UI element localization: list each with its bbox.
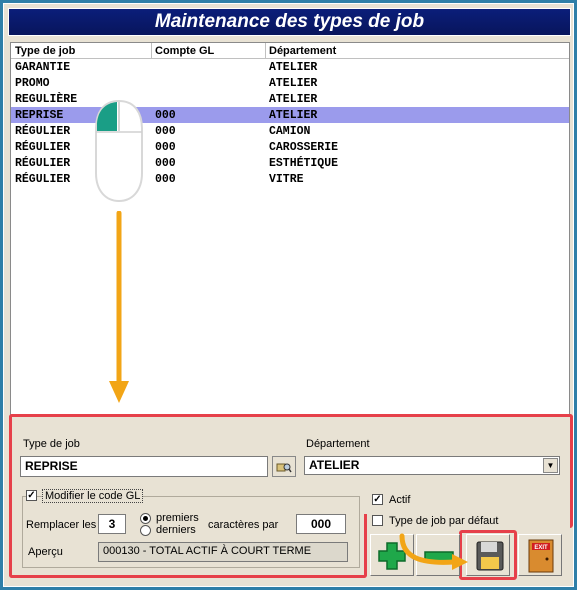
- cell-gl: 000: [155, 109, 176, 122]
- exit-icon: EXIT: [528, 539, 554, 573]
- highlight-bottom-left: [9, 514, 367, 578]
- column-header-dept[interactable]: Département: [269, 45, 336, 57]
- cell-type: RÉGULIER: [15, 173, 71, 186]
- exit-sign-text: EXIT: [534, 545, 548, 551]
- cell-type: REPRISE: [15, 109, 64, 122]
- cell-type: RÉGULIER: [15, 157, 71, 170]
- window-title: Maintenance des types de job: [8, 8, 571, 36]
- column-header-type[interactable]: Type de job: [15, 45, 75, 57]
- cell-type: RÉGULIER: [15, 141, 71, 154]
- mouse-icon: [95, 99, 143, 203]
- column-separator[interactable]: [265, 43, 266, 59]
- cell-gl: 000: [155, 125, 176, 138]
- table-row[interactable]: PROMO ATELIER: [11, 75, 569, 91]
- cell-dept: CAROSSERIE: [269, 141, 339, 154]
- cell-dept: VITRE: [269, 173, 304, 186]
- arrow-to-save-icon: [399, 533, 468, 570]
- cell-gl: 000: [155, 141, 176, 154]
- highlight-right-edge: [364, 514, 573, 528]
- list-header: Type de job Compte GL Département: [11, 43, 569, 59]
- table-row[interactable]: GARANTIE ATELIER: [11, 59, 569, 75]
- cell-dept: ATELIER: [269, 109, 318, 122]
- cell-dept: ATELIER: [269, 61, 318, 74]
- cell-type: RÉGULIER: [15, 125, 71, 138]
- cell-dept: CAMION: [269, 125, 311, 138]
- exit-button[interactable]: EXIT: [518, 534, 562, 576]
- cell-type: PROMO: [15, 77, 50, 90]
- cell-dept: ATELIER: [269, 93, 318, 106]
- cell-gl: 000: [155, 157, 176, 170]
- cell-dept: ATELIER: [269, 77, 318, 90]
- app-window: Maintenance des types de job Type de job…: [3, 3, 574, 587]
- column-header-gl[interactable]: Compte GL: [155, 45, 214, 57]
- job-type-list[interactable]: Type de job Compte GL Département GARANT…: [10, 42, 570, 416]
- column-separator[interactable]: [151, 43, 152, 59]
- cell-gl: 000: [155, 173, 176, 186]
- arrow-down-icon: [109, 211, 129, 403]
- cell-type: REGULIÈRE: [15, 93, 78, 106]
- cell-dept: ESTHÉTIQUE: [269, 157, 339, 170]
- cell-type: GARANTIE: [15, 61, 71, 74]
- highlight-top: [9, 414, 573, 517]
